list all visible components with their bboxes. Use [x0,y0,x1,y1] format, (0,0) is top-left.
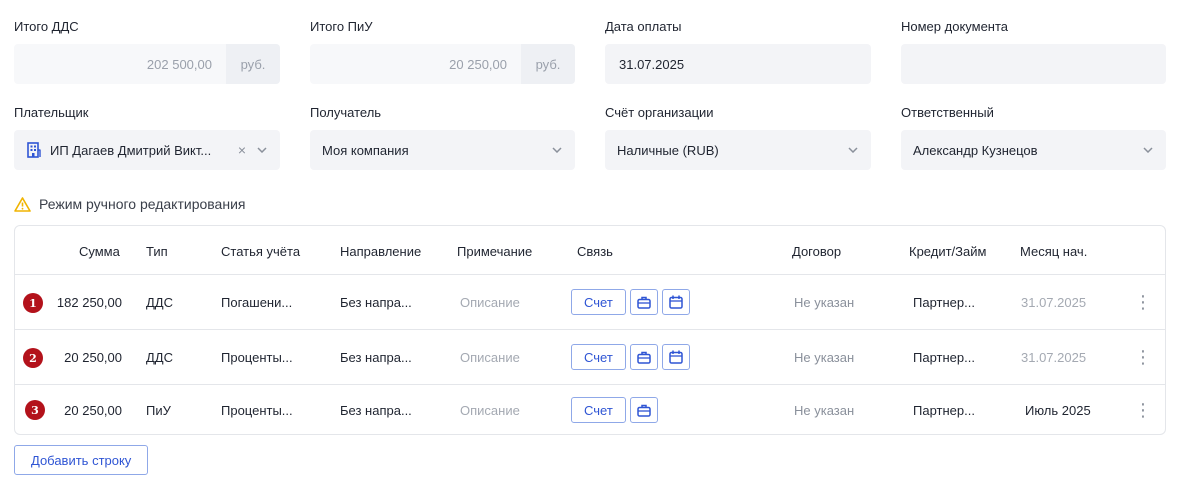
total-dds-unit: руб. [226,44,280,84]
clear-icon[interactable]: × [238,142,246,158]
more-options-icon[interactable]: ⋮ [1134,330,1152,384]
doc-number-input[interactable] [901,44,1166,84]
row-month[interactable]: Июль 2025 [1025,385,1091,435]
doc-number-label: Номер документа [901,19,1009,34]
row-contract[interactable]: Не указан [794,275,854,329]
row-credit[interactable]: Партнер... [913,385,975,435]
warning-icon [14,196,31,212]
row-article[interactable]: Проценты... [221,385,293,435]
more-options-icon[interactable]: ⋮ [1134,275,1152,329]
row-number-badge: 1 [23,293,43,313]
org-account-value: Наличные (RUB) [617,142,719,158]
row-type[interactable]: ПиУ [146,385,171,435]
invoice-button[interactable]: Счет [571,289,626,315]
recipient-value: Моя компания [322,142,409,158]
table-row[interactable]: 1 182 250,00 ДДС Погашени... Без напра..… [15,274,1165,328]
briefcase-icon [637,296,651,309]
table-row[interactable]: 2 20 250,00 ДДС Проценты... Без напра...… [15,329,1165,383]
row-sum: 20 250,00 [64,402,122,418]
recipient-select[interactable]: Моя компания [310,130,575,170]
org-account-select[interactable]: Наличные (RUB) [605,130,871,170]
payment-date-value: 31.07.2025 [619,56,685,72]
responsible-select[interactable]: Александр Кузнецов [901,130,1166,170]
header-direction: Направление [340,244,422,259]
header-link: Связь [577,244,613,259]
row-number-badge: 2 [23,348,43,368]
chevron-down-icon[interactable] [256,144,268,156]
invoice-button[interactable]: Счет [571,344,626,370]
row-month[interactable]: 31.07.2025 [1021,330,1086,384]
briefcase-button[interactable] [629,289,658,315]
chevron-down-icon[interactable] [1142,144,1154,156]
row-article[interactable]: Проценты... [221,330,293,384]
row-credit[interactable]: Партнер... [913,275,975,329]
entries-table: Сумма Тип Статья учёта Направление Приме… [14,225,1166,435]
calendar-icon [669,295,683,309]
row-number-badge: 3 [25,400,45,420]
row-sum: 20 250,00 [64,349,122,365]
header-article: Статья учёта [221,244,301,259]
total-dds-value: 202 500,00 [146,56,212,72]
row-note[interactable]: Описание [460,330,520,384]
recipient-label: Получатель [310,105,382,120]
manual-mode-notice: Режим ручного редактирования [14,196,245,212]
row-article[interactable]: Погашени... [221,275,292,329]
calendar-button[interactable] [661,344,690,370]
header-month: Месяц нач. [1020,244,1088,259]
org-account-label: Счёт организации [605,105,714,120]
header-note: Примечание [457,244,533,259]
responsible-value: Александр Кузнецов [913,142,1038,158]
payer-value: ИП Дагаев Дмитрий Викт... [50,142,212,158]
responsible-label: Ответственный [901,105,994,120]
chevron-down-icon[interactable] [847,144,859,156]
building-icon [26,142,42,158]
manual-mode-text: Режим ручного редактирования [39,196,246,212]
row-link: Счет [571,275,690,329]
more-options-icon[interactable]: ⋮ [1134,385,1152,435]
invoice-button[interactable]: Счет [571,397,626,423]
payer-select[interactable]: ИП Дагаев Дмитрий Викт... × [14,130,280,170]
calendar-icon [669,350,683,364]
header-contract: Договор [792,244,842,259]
row-type[interactable]: ДДС [146,330,173,384]
total-piu-value: 20 250,00 [449,56,507,72]
row-contract[interactable]: Не указан [794,385,854,435]
chevron-down-icon[interactable] [551,144,563,156]
row-link: Счет [571,385,658,435]
briefcase-icon [637,351,651,364]
row-note[interactable]: Описание [460,275,520,329]
briefcase-icon [637,404,651,417]
row-link: Счет [571,330,690,384]
row-direction[interactable]: Без напра... [340,385,412,435]
payment-date-input[interactable]: 31.07.2025 [605,44,871,84]
header-sum: Сумма [79,244,120,259]
payer-label: Плательщик [14,105,89,120]
calendar-button[interactable] [661,289,690,315]
row-sum: 182 250,00 [56,294,122,310]
row-month[interactable]: 31.07.2025 [1021,275,1086,329]
add-row-button[interactable]: Добавить строку [14,445,149,475]
row-type[interactable]: ДДС [146,275,173,329]
total-dds-label: Итого ДДС [14,19,79,34]
row-credit[interactable]: Партнер... [913,330,975,384]
total-piu-field: 20 250,00 руб. [310,44,575,84]
header-type: Тип [146,244,168,259]
total-dds-field: 202 500,00 руб. [14,44,280,84]
row-contract[interactable]: Не указан [794,330,854,384]
row-note[interactable]: Описание [460,385,520,435]
row-direction[interactable]: Без напра... [340,275,412,329]
briefcase-button[interactable] [629,344,658,370]
total-piu-label: Итого ПиУ [310,19,373,34]
briefcase-button[interactable] [629,397,658,423]
table-row[interactable]: 3 20 250,00 ПиУ Проценты... Без напра...… [15,384,1165,434]
total-piu-unit: руб. [521,44,575,84]
header-credit: Кредит/Займ [909,244,987,259]
row-direction[interactable]: Без напра... [340,330,412,384]
payment-date-label: Дата оплаты [605,19,682,34]
